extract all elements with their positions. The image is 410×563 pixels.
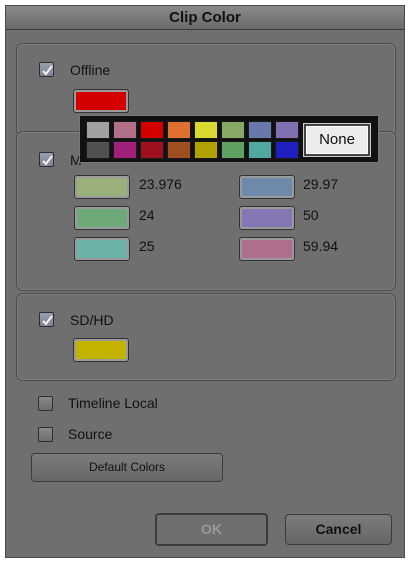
- picker-color-cell[interactable]: [113, 121, 137, 139]
- rate-2997-label: 29.97: [303, 176, 339, 192]
- rate-5994-label: 59.94: [303, 238, 339, 254]
- picker-color-cell[interactable]: [86, 141, 110, 159]
- rate-24-label: 24: [139, 207, 155, 223]
- color-picker-popup: None: [79, 115, 379, 163]
- rate-25-label: 25: [139, 238, 155, 254]
- default-colors-button[interactable]: Default Colors: [31, 453, 223, 482]
- picker-color-cell[interactable]: [194, 141, 218, 159]
- timeline-local-label: Timeline Local: [68, 395, 158, 411]
- dialog-title: Clip Color: [169, 9, 241, 26]
- picker-color-cell[interactable]: [113, 141, 137, 159]
- dialog-title-bar: Clip Color: [6, 6, 404, 30]
- sdhd-color-swatch[interactable]: [73, 338, 129, 362]
- source-label: Source: [68, 426, 113, 442]
- rate-50-label: 50: [303, 207, 319, 223]
- picker-color-cell[interactable]: [140, 141, 164, 159]
- offline-checkbox[interactable]: [39, 62, 54, 77]
- picker-color-cell[interactable]: [167, 141, 191, 159]
- clip-color-dialog: Clip Color Offline M 23.976 29.97 24 50 …: [5, 5, 405, 558]
- timeline-local-checkbox[interactable]: [38, 396, 53, 411]
- cancel-button[interactable]: Cancel: [285, 514, 392, 545]
- rate-5994-swatch[interactable]: [239, 237, 295, 261]
- picker-color-cell[interactable]: [86, 121, 110, 139]
- sdhd-label: SD/HD: [70, 312, 114, 328]
- ok-button[interactable]: OK: [155, 513, 268, 546]
- source-checkbox[interactable]: [38, 427, 53, 442]
- rate-50-swatch[interactable]: [239, 206, 295, 230]
- rate-25-swatch[interactable]: [74, 237, 130, 261]
- offline-label: Offline: [70, 62, 111, 78]
- rate-23976-label: 23.976: [139, 176, 182, 192]
- picker-color-cell[interactable]: [221, 141, 245, 159]
- picker-color-cell[interactable]: [248, 141, 272, 159]
- frame-rate-checkbox[interactable]: [39, 152, 54, 167]
- sdhd-checkbox[interactable]: [39, 312, 54, 327]
- sdhd-panel: SD/HD: [16, 293, 396, 381]
- picker-color-cell[interactable]: [167, 121, 191, 139]
- picker-color-cell[interactable]: [248, 121, 272, 139]
- picker-color-cell[interactable]: [221, 121, 245, 139]
- rate-23976-swatch[interactable]: [74, 175, 130, 199]
- picker-color-cell[interactable]: [275, 141, 299, 159]
- offline-color-swatch[interactable]: [73, 89, 129, 113]
- picker-none-button[interactable]: None: [304, 124, 370, 156]
- rate-2997-swatch[interactable]: [239, 175, 295, 199]
- picker-color-cell[interactable]: [140, 121, 164, 139]
- picker-color-cell[interactable]: [275, 121, 299, 139]
- picker-color-cell[interactable]: [194, 121, 218, 139]
- rate-24-swatch[interactable]: [74, 206, 130, 230]
